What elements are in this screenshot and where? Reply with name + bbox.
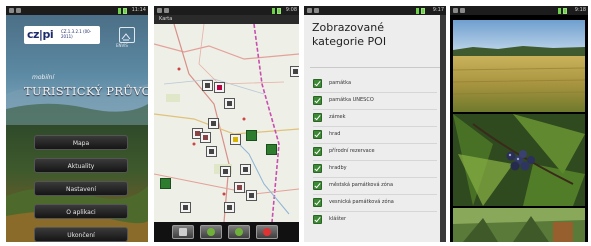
notification-icon <box>16 8 21 13</box>
category-item-hradby[interactable]: hradby <box>313 161 437 178</box>
checkbox-checked-icon[interactable] <box>313 164 322 173</box>
status-time: 9:18 <box>574 7 586 13</box>
layers-button[interactable] <box>172 225 194 239</box>
category-item-zamek[interactable]: zámek <box>313 110 437 127</box>
category-label: vesnická památková zóna <box>329 199 394 205</box>
map-view[interactable] <box>154 24 299 222</box>
checkbox-checked-icon[interactable] <box>313 96 322 105</box>
poi-nature-icon[interactable] <box>246 130 257 141</box>
status-time: 9:17 <box>432 7 444 13</box>
signal-icon <box>416 8 419 14</box>
category-label: městská památková zóna <box>329 182 394 188</box>
poi-castle-icon[interactable] <box>240 164 251 175</box>
poi-monument-icon[interactable] <box>234 182 245 193</box>
notification-icon <box>453 8 458 13</box>
battery-icon <box>421 8 425 14</box>
poi-castle-icon[interactable] <box>220 166 231 177</box>
poi-nature-icon[interactable] <box>266 144 277 155</box>
poi-castle-icon[interactable] <box>202 80 213 91</box>
notification-icon <box>164 8 169 13</box>
signal-icon <box>272 8 275 14</box>
poi-castle-icon[interactable] <box>206 146 217 157</box>
checkbox-checked-icon[interactable] <box>313 147 322 156</box>
map-toolbar <box>154 222 299 242</box>
emblem-label: ENVIS <box>116 43 128 48</box>
category-item-mestska-zona[interactable]: městská památková zóna <box>313 178 437 195</box>
notification-icon <box>9 8 14 13</box>
poi-castle-icon[interactable] <box>180 202 191 213</box>
category-label: hrad <box>329 131 341 137</box>
status-time: 9:08 <box>285 7 297 13</box>
stop-button[interactable] <box>256 225 278 239</box>
checkbox-checked-icon[interactable] <box>313 79 322 88</box>
category-label: památka UNESCO <box>329 97 374 103</box>
category-label: zámek <box>329 114 346 120</box>
signal-icon <box>558 8 561 14</box>
poi-castle-icon[interactable] <box>290 66 299 77</box>
scrollbar[interactable] <box>440 15 446 242</box>
checkbox-checked-icon[interactable] <box>313 215 322 224</box>
category-label: památka <box>329 80 352 86</box>
category-label: přírodní rezervace <box>329 148 375 154</box>
notification-icon <box>460 8 465 13</box>
category-label: klášter <box>329 216 347 222</box>
battery-icon <box>123 8 127 14</box>
menu-button-map[interactable]: Mapa <box>34 135 128 150</box>
checkbox-checked-icon[interactable] <box>313 198 322 207</box>
app-tagline: mobilní <box>32 74 55 81</box>
categories-heading: Zobrazované kategorie POI <box>312 21 387 48</box>
gps-button[interactable] <box>228 225 250 239</box>
poi-castle-icon[interactable] <box>224 98 235 109</box>
czpi-logo: cz|pi CZ.1.3.2.1 (00-2011) <box>24 26 100 44</box>
photo-field[interactable] <box>453 20 585 112</box>
battery-icon <box>563 8 567 14</box>
app-title: TURISTICKÝ PRŮVODCE <box>24 84 148 98</box>
photo-berries[interactable] <box>453 114 585 206</box>
map-background <box>154 24 299 222</box>
logo-subtext: CZ.1.3.2.1 (00-2011) <box>61 29 92 39</box>
battery-icon <box>277 8 281 14</box>
notification-icon <box>157 8 162 13</box>
map-title-bar: Karta <box>154 15 299 24</box>
emblem-icon <box>119 27 135 43</box>
category-item-klaster[interactable]: klášter <box>313 212 437 229</box>
photo-forest[interactable] <box>453 208 585 242</box>
status-bar: 9:17 <box>304 6 446 15</box>
status-time: 11:14 <box>131 7 146 13</box>
checkbox-checked-icon[interactable] <box>313 113 322 122</box>
poi-nature-icon[interactable] <box>160 178 171 189</box>
poi-lighthouse-icon[interactable] <box>230 134 241 145</box>
logo-text: cz|pi <box>27 28 54 41</box>
category-item-pamatka[interactable]: památka <box>313 76 437 93</box>
signal-icon <box>118 8 121 14</box>
map-screen: 9:08 Karta <box>154 6 299 242</box>
menu-button-settings[interactable]: Nastavení <box>34 181 128 196</box>
category-item-rezervace[interactable]: přírodní rezervace <box>313 144 437 161</box>
menu-button-exit[interactable]: Ukončení <box>34 227 128 242</box>
menu-button-news[interactable]: Aktuality <box>34 158 128 173</box>
poi-castle-icon[interactable] <box>208 118 219 129</box>
poi-castle-icon[interactable] <box>224 202 235 213</box>
notification-icon <box>314 8 319 13</box>
checkbox-checked-icon[interactable] <box>313 130 322 139</box>
poi-categories-screen: 9:17 Zobrazované kategorie POI památka p… <box>304 6 446 242</box>
poi-monument-icon[interactable] <box>200 132 211 143</box>
location-button[interactable] <box>200 225 222 239</box>
status-bar: 9:08 <box>154 6 299 15</box>
category-item-vesnicka-zona[interactable]: vesnická památková zóna <box>313 195 437 212</box>
main-menu-screen: 11:14 cz|pi CZ.1.3.2.1 (00-2011) ENVIS m… <box>6 6 148 242</box>
poi-castle-icon[interactable] <box>246 190 257 201</box>
status-bar: 9:18 <box>450 6 588 15</box>
photo-gallery-screen: 9:18 <box>450 6 588 242</box>
menu-button-about[interactable]: O aplikaci <box>34 204 128 219</box>
status-bar: 11:14 <box>6 6 148 15</box>
category-label: hradby <box>329 165 347 171</box>
divider <box>310 67 440 68</box>
category-item-hrad[interactable]: hrad <box>313 127 437 144</box>
category-item-unesco[interactable]: památka UNESCO <box>313 93 437 110</box>
poi-church-icon[interactable] <box>214 82 225 93</box>
notification-icon <box>307 8 312 13</box>
checkbox-checked-icon[interactable] <box>313 181 322 190</box>
